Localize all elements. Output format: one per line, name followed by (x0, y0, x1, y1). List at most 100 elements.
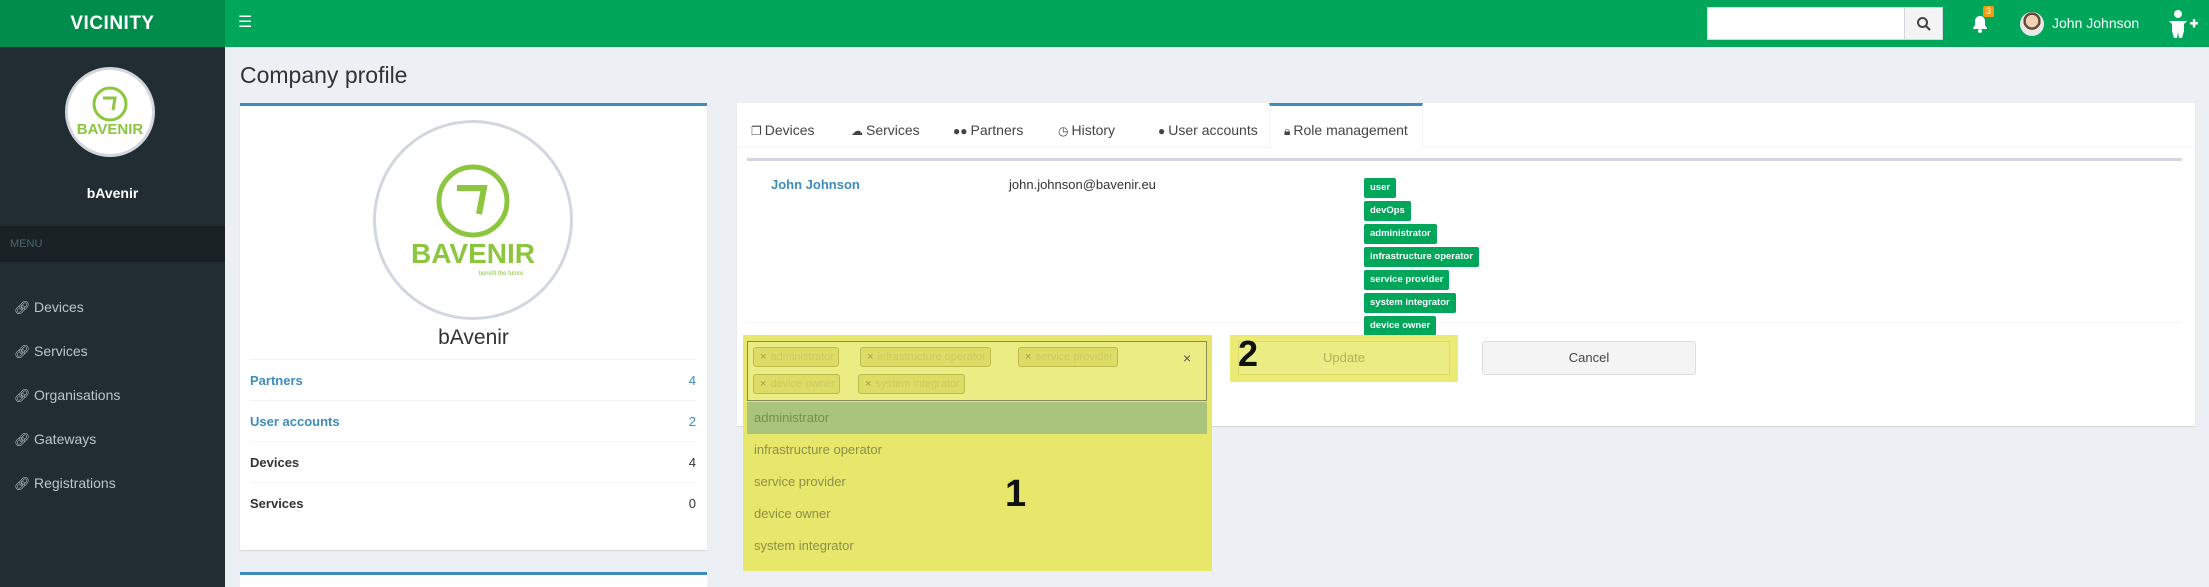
sidebar-menu-header: MENU (0, 226, 225, 262)
tab-devices[interactable]: ❐ Devices (737, 103, 829, 148)
user-email: john.johnson@bavenir.eu (1009, 177, 1156, 192)
stat-label: Services (250, 496, 304, 511)
annotation-marker-2: 2 (1238, 333, 1259, 374)
bell-icon[interactable] (1970, 14, 1990, 34)
tab-label: History (1071, 122, 1116, 138)
selected-role-tag[interactable]: × infrastructure operator (860, 347, 991, 367)
sidebar-item-services[interactable]: 🔗︎ Services (0, 329, 225, 373)
link-icon: 🔗︎ (14, 388, 31, 403)
tag-remove-icon[interactable]: × (760, 378, 766, 390)
users-icon: ●● (953, 124, 968, 138)
tabs-bar: ❐ Devices ☁ Services ●● Partners ◷ History ●… (737, 103, 2195, 149)
annotation-marker-1: 1 (1005, 473, 1027, 515)
tab-services[interactable]: ☁ Services (837, 103, 934, 148)
sidebar-item-label: Registrations (34, 475, 116, 491)
clear-selection-icon[interactable]: × (1183, 350, 1191, 366)
stat-value: 0 (688, 496, 696, 511)
role-label: device owner (1364, 316, 1437, 336)
dropdown-option[interactable]: infrastructure operator (747, 434, 1207, 466)
selected-role-tag[interactable]: × service provider (1018, 347, 1119, 367)
user-name-link[interactable]: John Johnson (771, 177, 860, 192)
sidebar-item-devices[interactable]: 🔗︎ Devices (0, 285, 225, 329)
stat-value: 2 (688, 414, 696, 429)
sidebar-item-gateways[interactable]: 🔗︎ Gateways (0, 417, 225, 461)
link-icon: 🔗︎ (14, 300, 31, 315)
tag-remove-icon[interactable]: × (865, 378, 871, 390)
link-icon: 🔗︎ (14, 432, 31, 447)
dropdown-option[interactable]: administrator (747, 402, 1207, 434)
role-label: devOps (1364, 201, 1411, 221)
role-label: user (1364, 178, 1397, 198)
stat-label[interactable]: Partners (250, 360, 303, 401)
hamburger-menu-icon[interactable]: ☰ (238, 13, 254, 33)
sidebar-item-label: Gateways (34, 431, 97, 447)
app-logo[interactable]: VICINITY (0, 0, 225, 47)
lock-icon: 🔒︎ (1284, 124, 1291, 138)
bavenir-logo-icon: BAVENIR (77, 86, 144, 138)
stat-row-user-accounts[interactable]: User accounts 2 (250, 400, 696, 441)
tab-label: User accounts (1168, 122, 1258, 138)
selected-role-tag[interactable]: × system integrator (858, 374, 965, 394)
role-label: infrastructure operator (1364, 247, 1479, 267)
dropdown-option[interactable]: system integrator (747, 530, 1207, 562)
role-label: system integrator (1364, 293, 1456, 313)
user-avatar[interactable] (2020, 12, 2044, 36)
stat-row-partners[interactable]: Partners 4 (250, 359, 696, 400)
svg-text:benefit the future: benefit the future (478, 271, 524, 277)
org-logo-small: BAVENIR (65, 67, 155, 157)
tab-label: Services (866, 122, 920, 138)
dropdown-option[interactable]: device owner (747, 498, 1207, 530)
stat-row-services: Services 0 (250, 482, 696, 523)
copy-icon: ❐ (751, 124, 762, 138)
link-icon: 🔗︎ (14, 476, 31, 491)
sidebar-org-name: bAvenir (86, 185, 139, 201)
update-button[interactable]: Update (1238, 341, 1450, 375)
top-navbar: VICINITY ☰ 3 John Johnson (0, 0, 2209, 47)
svg-text:BAVENIR: BAVENIR (411, 238, 535, 269)
role-label: service provider (1364, 270, 1450, 290)
page-title: Company profile (240, 62, 408, 88)
sidebar-item-organisations[interactable]: 🔗︎ Organisations (0, 373, 225, 417)
dropdown-option[interactable]: service provider (747, 466, 1207, 498)
add-user-icon[interactable] (2166, 9, 2200, 39)
tab-label: Devices (764, 122, 815, 138)
cloud-icon: ☁ (851, 124, 863, 138)
user-menu-name[interactable]: John Johnson (2052, 15, 2139, 31)
selected-role-tag[interactable]: × device owner (753, 374, 841, 394)
selected-role-tag[interactable]: × administrator (753, 347, 840, 367)
profile-card: BAVENIR benefit the future bAvenir Partn… (240, 103, 707, 550)
secondary-card (240, 572, 707, 587)
role-label-list: user devOps administrator infrastructure… (1364, 178, 1479, 339)
bavenir-logo-icon: BAVENIR benefit the future (411, 164, 535, 277)
role-label: administrator (1364, 224, 1437, 244)
tab-role-management[interactable]: 🔒︎ Role management (1269, 103, 1423, 149)
search-input[interactable] (1707, 7, 1905, 40)
sidebar-item-label: Services (34, 343, 88, 359)
cancel-button[interactable]: Cancel (1482, 341, 1696, 375)
tag-remove-icon[interactable]: × (760, 351, 766, 363)
sidebar: BAVENIR bAvenir MENU 🔗︎ Devices 🔗︎ Service… (0, 47, 225, 587)
clock-icon: ◷ (1058, 124, 1069, 138)
user-role-card: John Johnson john.johnson@bavenir.eu use… (747, 158, 2182, 336)
org-logo-large: BAVENIR benefit the future (373, 120, 573, 320)
search-icon (1917, 17, 1931, 31)
stat-label: Devices (250, 455, 300, 470)
tag-remove-icon[interactable]: × (867, 351, 873, 363)
tab-label: Partners (970, 122, 1024, 138)
link-icon: 🔗︎ (14, 344, 31, 359)
notification-badge: 3 (1983, 6, 1995, 17)
profile-name: bAvenir (438, 326, 509, 349)
tab-partners[interactable]: ●● Partners (939, 103, 1037, 148)
stat-row-devices: Devices 4 (250, 441, 696, 482)
search-button[interactable] (1905, 7, 1943, 40)
tab-label: Role management (1293, 122, 1408, 138)
tab-user-accounts[interactable]: ● User accounts (1144, 103, 1272, 148)
sidebar-item-label: Organisations (34, 387, 121, 403)
sidebar-item-registrations[interactable]: 🔗︎ Registrations (0, 461, 225, 505)
stat-value: 4 (688, 373, 696, 388)
tab-history[interactable]: ◷ History (1044, 103, 1129, 148)
svg-text:BAVENIR: BAVENIR (77, 121, 144, 138)
stat-value: 4 (688, 455, 696, 470)
tag-remove-icon[interactable]: × (1025, 351, 1031, 363)
stat-label[interactable]: User accounts (250, 401, 340, 442)
